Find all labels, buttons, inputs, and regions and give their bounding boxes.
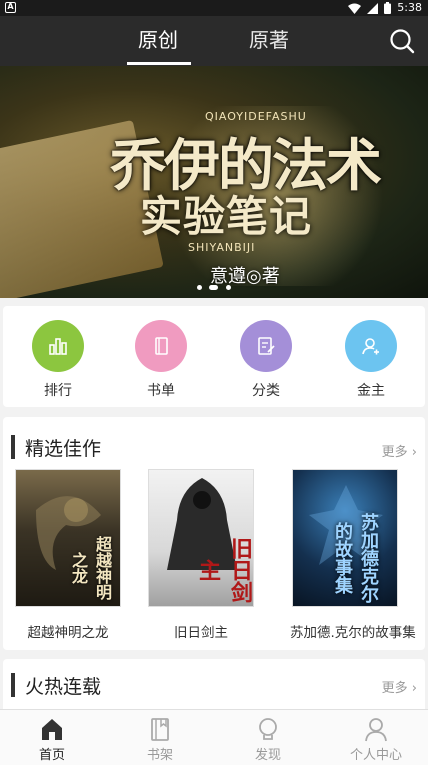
book-cover-title: 旧日剑主 xyxy=(195,537,252,603)
shortcut-booklist[interactable]: 书单 xyxy=(121,320,201,400)
active-tab-indicator xyxy=(127,62,191,65)
promo-banner[interactable]: QIAOYIDEFASHU 乔伊的法术 实验笔记 SHIYANBIJI 意遵◎著 xyxy=(0,66,428,298)
banner-author: 意遵◎著 xyxy=(210,266,280,287)
hot-title: 火热连载 xyxy=(25,676,102,698)
status-bar: A 5:38 xyxy=(0,0,428,16)
discover-icon xyxy=(228,715,308,743)
category-shortcuts: 排行 书单 分类 金主 xyxy=(3,306,425,407)
shortcut-ranking[interactable]: 排行 xyxy=(18,320,98,400)
tab-classic[interactable]: 原著 xyxy=(249,26,289,54)
nav-profile[interactable]: 个人中心 xyxy=(336,715,416,763)
chevron-right-icon: › xyxy=(411,681,417,696)
bottom-nav: 首页 书架 发现 个人中心 xyxy=(0,709,428,765)
book-card[interactable]: 超越神明之龙 超越神明之龙 xyxy=(13,469,123,641)
category-icon xyxy=(240,320,292,372)
hot-more-label: 更多 xyxy=(381,681,408,696)
featured-title: 精选佳作 xyxy=(25,438,102,460)
battery-icon xyxy=(384,2,392,14)
shortcut-patron-label: 金主 xyxy=(357,383,385,399)
banner-pinyin-bottom: SHIYANBIJI xyxy=(188,241,256,254)
shortcut-booklist-label: 书单 xyxy=(147,383,175,399)
section-accent-bar xyxy=(11,435,15,459)
shortcut-category[interactable]: 分类 xyxy=(226,320,306,400)
nav-home-label: 首页 xyxy=(38,748,65,763)
book-title: 旧日剑主 xyxy=(174,625,228,641)
top-header: 原创 原著 xyxy=(0,16,428,66)
ranking-icon xyxy=(32,320,84,372)
hot-more-link[interactable]: 更多 › xyxy=(382,677,417,696)
tab-original[interactable]: 原创 xyxy=(138,26,178,54)
section-accent-bar xyxy=(11,673,15,697)
shortcut-patron[interactable]: 金主 xyxy=(331,320,411,400)
nav-bookshelf-label: 书架 xyxy=(146,748,173,763)
book-cover: 旧日剑主 xyxy=(148,469,254,607)
featured-section: 精选佳作 更多 › 超越神明之龙 超越神明之龙 旧日剑主 旧日剑主 苏加德克尔的… xyxy=(3,417,425,650)
book-card[interactable]: 旧日剑主 旧日剑主 xyxy=(146,469,256,641)
nav-bookshelf[interactable]: 书架 xyxy=(120,715,200,763)
nav-discover[interactable]: 发现 xyxy=(228,715,308,763)
search-icon[interactable] xyxy=(389,28,415,54)
banner-title-line2: 实验笔记 xyxy=(140,192,313,241)
wifi-icon xyxy=(348,3,362,14)
carousel-dot-2[interactable] xyxy=(209,285,218,290)
patron-icon xyxy=(345,320,397,372)
featured-more-label: 更多 xyxy=(381,445,408,460)
app-notification-icon: A xyxy=(5,2,16,13)
book-title: 苏加德.克尔的故事集 xyxy=(290,625,416,641)
bookshelf-icon xyxy=(120,715,200,743)
clock: 5:38 xyxy=(397,1,422,14)
book-title: 超越神明之龙 xyxy=(27,625,109,641)
signal-icon xyxy=(367,2,379,14)
book-cover-title: 超越神明之龙 xyxy=(69,536,112,600)
book-cover: 苏加德克尔的故事集 xyxy=(292,469,398,607)
carousel-dot-1[interactable] xyxy=(197,285,202,290)
nav-home[interactable]: 首页 xyxy=(12,715,92,763)
booklist-icon xyxy=(135,320,187,372)
book-cover: 超越神明之龙 xyxy=(15,469,121,607)
featured-more-link[interactable]: 更多 › xyxy=(382,441,417,460)
chevron-right-icon: › xyxy=(411,445,417,460)
nav-profile-label: 个人中心 xyxy=(349,748,402,763)
hot-serials-section: 火热连载 更多 › xyxy=(3,659,425,709)
home-icon xyxy=(12,715,92,743)
nav-discover-label: 发现 xyxy=(254,748,281,763)
shortcut-category-label: 分类 xyxy=(252,383,280,399)
carousel-dot-3[interactable] xyxy=(226,285,231,290)
book-card[interactable]: 苏加德克尔的故事集 苏加德.克尔的故事集 xyxy=(290,469,416,641)
book-cover-title: 苏加德克尔的故事集 xyxy=(332,513,379,603)
profile-icon xyxy=(336,715,416,743)
shortcut-ranking-label: 排行 xyxy=(44,383,72,399)
